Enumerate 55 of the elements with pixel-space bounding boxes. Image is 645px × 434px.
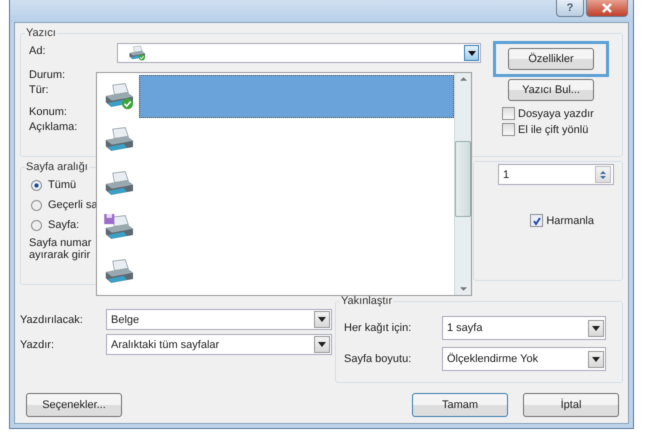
checkbox-label: El ile çift yönlü: [518, 124, 588, 136]
radio-button[interactable]: [31, 220, 42, 230]
checkbox[interactable]: [530, 214, 544, 227]
field-label: Yazdırılacak:: [20, 314, 84, 326]
help-button[interactable]: ?: [556, 0, 584, 17]
hint-text: ayırarak girir: [29, 249, 92, 261]
scrollbar[interactable]: [454, 73, 471, 295]
copies-spin-field[interactable]: 1: [498, 164, 614, 185]
ok-button[interactable]: Tamam: [412, 393, 508, 417]
printer-floppy-icon: [103, 214, 135, 242]
dropdown-field[interactable]: Aralıktaki tüm sayfalar: [106, 334, 332, 355]
printer-icon: [103, 258, 135, 286]
printer-icon: [103, 170, 135, 198]
checkbox[interactable]: [502, 123, 515, 136]
checkbox-label: Harmanla: [546, 214, 594, 226]
field-label: Konum:: [29, 106, 68, 120]
checkbox[interactable]: [502, 107, 515, 120]
radio-label: Sayfa:: [48, 219, 80, 231]
printer-check-icon: [128, 45, 146, 61]
field-label: Tür:: [29, 84, 50, 98]
radio-button[interactable]: [31, 200, 42, 210]
field-label: Her kağıt için:: [344, 322, 412, 334]
checkbox-label: Dosyaya yazdır: [518, 108, 594, 120]
dropdown-field[interactable]: Belge: [106, 309, 332, 330]
scroll-down-icon[interactable]: [460, 287, 466, 291]
hint-text: Sayfa numar: [29, 237, 92, 249]
properties-button[interactable]: Özellikler: [508, 48, 594, 70]
field-label: Sayfa boyutu:: [344, 353, 412, 365]
cancel-button[interactable]: İptal: [523, 393, 619, 417]
field-label: Ad:: [29, 45, 47, 59]
dropdown-arrow-icon: [318, 317, 326, 322]
group-title: Yakınlaştır: [340, 295, 394, 307]
dropdown-arrow-icon: [592, 356, 600, 362]
radio-button[interactable]: [31, 180, 42, 190]
radio-label: Tümü: [48, 179, 76, 191]
field-label: Açıklama:: [29, 121, 78, 135]
printer-icon: [103, 126, 135, 154]
dropdown-arrow-icon: [318, 342, 326, 347]
group-title: Sayfa aralığı: [25, 161, 89, 173]
dropdown-arrow-icon: [468, 50, 476, 56]
scroll-up-icon[interactable]: [460, 77, 466, 81]
dropdown-arrow-icon: [592, 326, 600, 330]
group-title: Yazıcı: [25, 27, 57, 39]
options-button[interactable]: Seçenekler...: [26, 393, 122, 417]
field-label: Yazdır:: [20, 338, 56, 350]
spin-arrows-icon[interactable]: [595, 166, 611, 183]
find-printer-button[interactable]: Yazıcı Bul...: [508, 79, 594, 101]
close-button[interactable]: [586, 0, 628, 17]
close-icon: [601, 3, 613, 13]
field-label: Durum:: [29, 69, 66, 83]
printer-check-icon: [103, 82, 135, 110]
scrollbar-thumb[interactable]: [455, 141, 471, 217]
printer-name-dropdown[interactable]: [117, 43, 481, 63]
dropdown-field[interactable]: Ölçeklendirme Yok: [442, 347, 606, 371]
dropdown-field[interactable]: 1 sayfa: [442, 316, 606, 340]
